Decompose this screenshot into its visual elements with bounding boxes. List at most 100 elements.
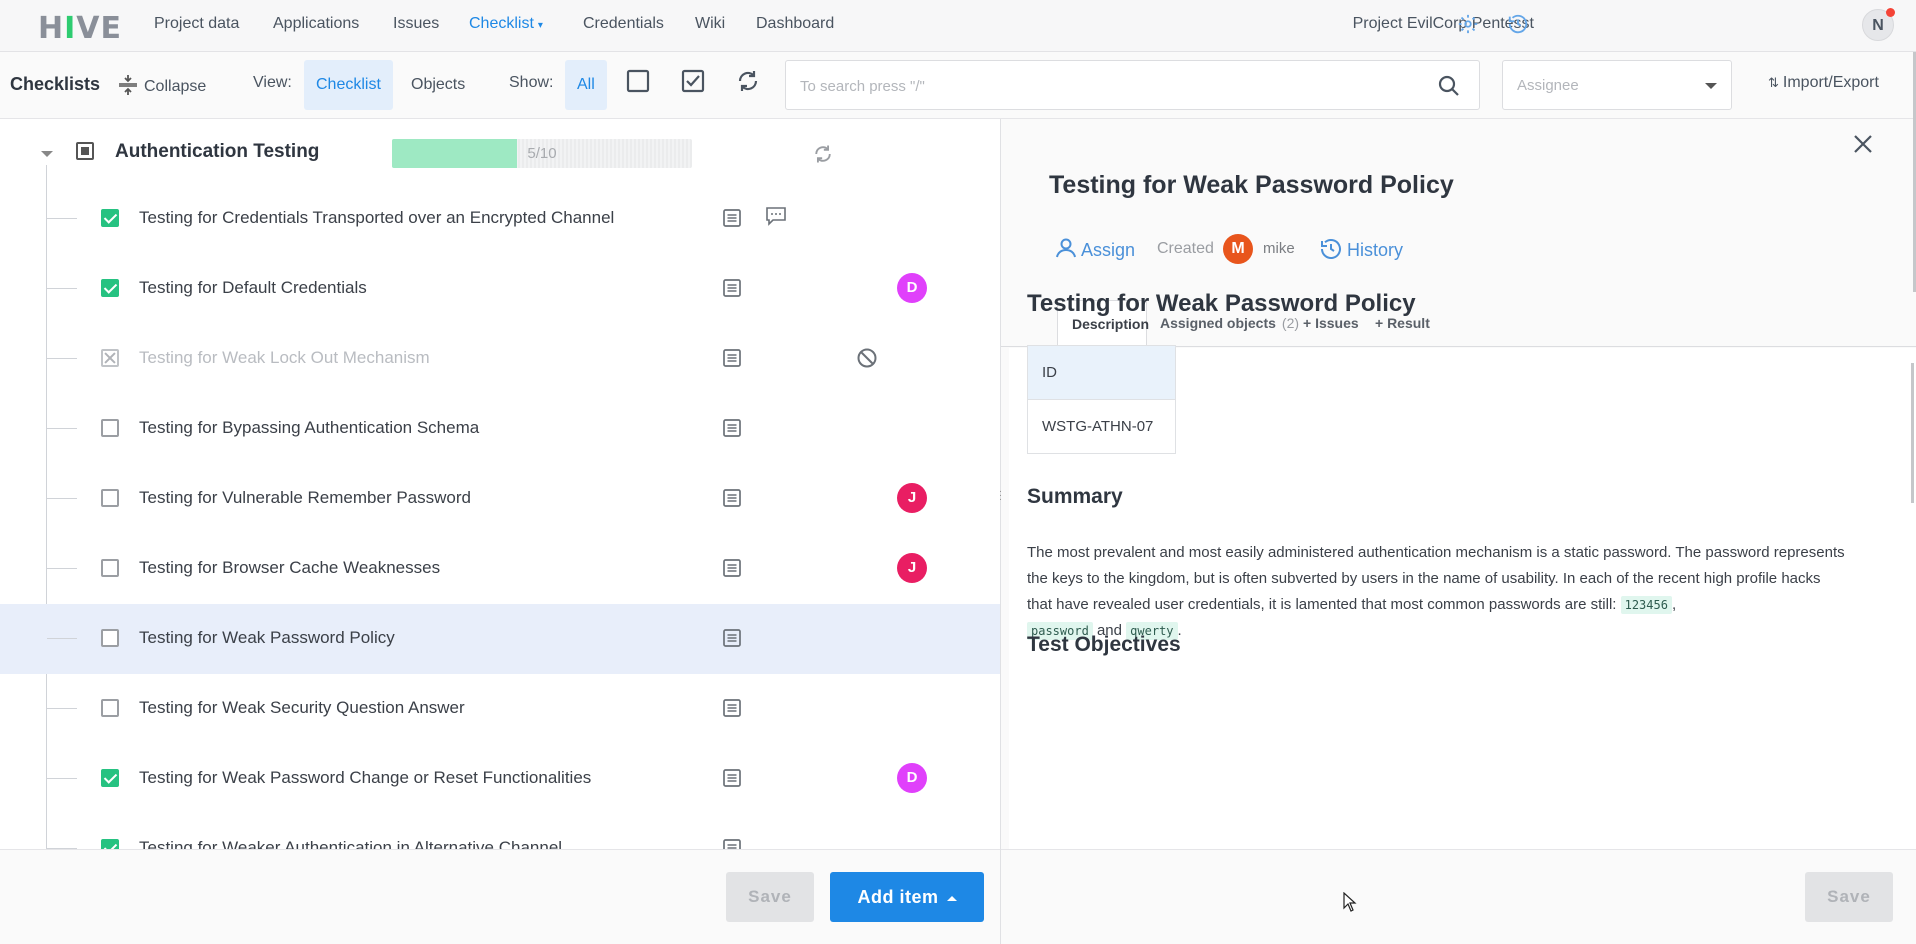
assignee-avatar[interactable]: J xyxy=(897,553,927,583)
collapse-button[interactable]: Collapse xyxy=(118,74,206,96)
description-icon[interactable] xyxy=(722,698,744,720)
nav-project-data[interactable]: Project data xyxy=(154,15,239,33)
created-label: Created xyxy=(1157,240,1214,257)
item-checkbox[interactable] xyxy=(101,629,119,647)
tree-branch-line xyxy=(47,778,77,779)
assignee-avatar[interactable]: D xyxy=(897,763,927,793)
search-icon[interactable] xyxy=(1437,74,1461,103)
group-refresh-icon[interactable] xyxy=(812,143,834,165)
assignee-select[interactable]: Assignee xyxy=(1502,60,1732,110)
test-objectives-heading: Test Objectives xyxy=(1027,633,1181,656)
checklist-item[interactable]: Testing for Credentials Transported over… xyxy=(0,184,1000,254)
item-checkbox[interactable] xyxy=(101,489,119,507)
item-checkbox[interactable] xyxy=(101,769,119,787)
import-export-label: Import/Export xyxy=(1782,74,1879,91)
item-title[interactable]: Testing for Weak Lock Out Mechanism xyxy=(139,348,430,368)
code-snippet: 123456 xyxy=(1620,596,1672,614)
description-icon[interactable] xyxy=(722,628,744,650)
checklist-item[interactable]: Testing for Default Credentials D xyxy=(0,254,1000,324)
add-item-button[interactable]: Add item xyxy=(830,872,984,922)
summary-text: The most prevalent and most easily admin… xyxy=(1027,544,1845,613)
top-navbar: HIVE Project data Applications Issues Ch… xyxy=(0,0,1916,52)
nav-issues[interactable]: Issues xyxy=(393,15,439,33)
checklist-item[interactable]: Testing for Weak Lock Out Mechanism xyxy=(0,324,1000,394)
group-collapse-caret-icon[interactable] xyxy=(41,151,53,157)
assignee-avatar[interactable]: J xyxy=(897,483,927,513)
view-checklist-toggle[interactable]: Checklist xyxy=(304,60,393,110)
progress-label: 5/10 xyxy=(527,145,557,162)
assignee-avatar[interactable]: D xyxy=(897,273,927,303)
import-export-button[interactable]: ⇅ Import/Export xyxy=(1768,74,1879,92)
view-objects-toggle[interactable]: Objects xyxy=(399,60,477,110)
tree-branch-line xyxy=(47,288,77,289)
not-applicable-icon[interactable] xyxy=(856,347,878,369)
item-title[interactable]: Testing for Weak Security Question Answe… xyxy=(139,698,465,718)
item-checkbox[interactable] xyxy=(101,699,119,717)
summary-paragraph: The most prevalent and most easily admin… xyxy=(1027,540,1847,644)
creator-avatar: M xyxy=(1223,234,1253,264)
description-icon[interactable] xyxy=(722,418,744,440)
nav-wiki[interactable]: Wiki xyxy=(695,15,725,33)
group-checkbox[interactable] xyxy=(76,142,94,160)
item-title[interactable]: Testing for Credentials Transported over… xyxy=(139,208,614,228)
description-icon[interactable] xyxy=(722,348,744,370)
collapse-icon xyxy=(119,75,137,95)
add-item-label: Add item xyxy=(857,887,939,907)
item-checkbox[interactable] xyxy=(101,559,119,577)
nav-checklist[interactable]: Checklist ▾ xyxy=(469,15,543,33)
assign-button[interactable]: Assign xyxy=(1055,237,1135,261)
not-applicable-checkbox[interactable] xyxy=(101,349,119,367)
checklist-item[interactable]: Testing for Bypassing Authentication Sch… xyxy=(0,394,1000,464)
search-box[interactable] xyxy=(785,60,1480,110)
item-checkbox[interactable] xyxy=(101,209,119,227)
user-avatar[interactable]: N xyxy=(1862,8,1895,41)
description-icon[interactable] xyxy=(722,488,744,510)
hive-logo[interactable]: HIVE xyxy=(38,11,122,46)
gear-icon[interactable] xyxy=(1456,13,1480,37)
description-icon[interactable] xyxy=(722,208,744,230)
chevron-down-icon: ▾ xyxy=(537,20,543,31)
history-icon xyxy=(1321,239,1341,259)
close-icon[interactable] xyxy=(1852,133,1876,157)
show-unchecked-icon[interactable] xyxy=(625,68,655,98)
checklist-item[interactable]: Testing for Browser Cache Weaknesses J xyxy=(0,534,1000,604)
item-title[interactable]: Testing for Weak Password Change or Rese… xyxy=(139,768,591,788)
tree-branch-line xyxy=(47,638,77,639)
checklist-item[interactable]: Testing for Vulnerable Remember Password… xyxy=(0,464,1000,534)
search-input[interactable] xyxy=(800,71,1400,101)
item-checkbox[interactable] xyxy=(101,279,119,297)
item-checkbox[interactable] xyxy=(101,419,119,437)
item-title[interactable]: Testing for Bypassing Authentication Sch… xyxy=(139,418,479,438)
nav-credentials[interactable]: Credentials xyxy=(583,15,664,33)
tree-branch-line xyxy=(47,358,77,359)
item-title[interactable]: Testing for Vulnerable Remember Password xyxy=(139,488,471,508)
item-title[interactable]: Testing for Weak Password Policy xyxy=(139,628,395,648)
checklist-item[interactable]: Testing for Weak Security Question Answe… xyxy=(0,674,1000,744)
item-title[interactable]: Testing for Browser Cache Weaknesses xyxy=(139,558,440,578)
show-checked-icon[interactable] xyxy=(680,68,710,98)
nav-applications[interactable]: Applications xyxy=(273,15,359,33)
description-icon[interactable] xyxy=(722,768,744,790)
show-all-toggle[interactable]: All xyxy=(565,60,607,110)
history-icon[interactable] xyxy=(1506,13,1530,37)
content-scrollbar[interactable] xyxy=(1911,363,1914,503)
notification-dot xyxy=(1886,8,1895,17)
nav-checklist-label: Checklist xyxy=(469,15,534,32)
left-footer: Save Add item xyxy=(0,849,1000,944)
comment-icon[interactable] xyxy=(765,206,789,228)
user-icon xyxy=(1056,238,1076,258)
assign-label: Assign xyxy=(1081,240,1136,260)
id-table-value: WSTG-ATHN-07 xyxy=(1027,399,1176,454)
history-button[interactable]: History xyxy=(1319,237,1403,261)
nav-dashboard[interactable]: Dashboard xyxy=(756,15,834,33)
description-icon[interactable] xyxy=(722,558,744,580)
toolbar-title: Checklists xyxy=(10,74,101,94)
description-icon[interactable] xyxy=(722,278,744,300)
item-title[interactable]: Testing for Default Credentials xyxy=(139,278,367,298)
detail-save-button[interactable]: Save xyxy=(1805,872,1893,922)
group-title: Authentication Testing xyxy=(115,141,320,162)
checklist-item[interactable]: Testing for Weak Password Change or Rese… xyxy=(0,744,1000,814)
save-button[interactable]: Save xyxy=(726,872,814,922)
checklist-item[interactable]: Testing for Weak Password Policy xyxy=(0,604,1000,674)
refresh-icon[interactable] xyxy=(735,68,765,98)
